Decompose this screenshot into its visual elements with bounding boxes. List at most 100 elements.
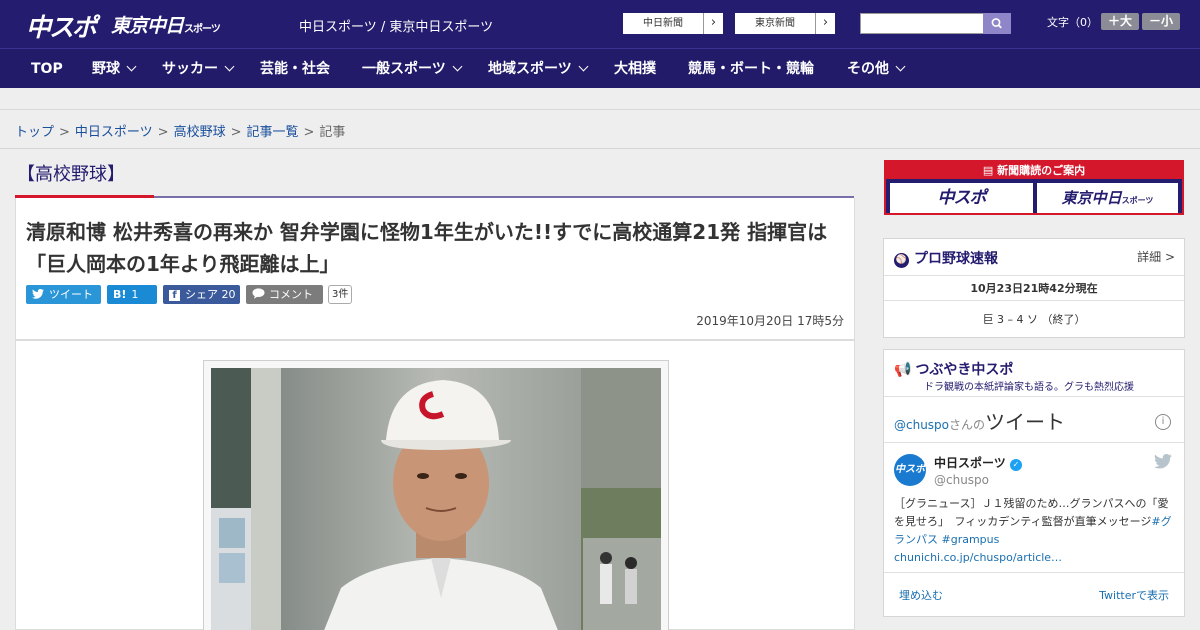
divider — [884, 396, 1184, 397]
divider — [0, 148, 1200, 149]
chunichi-shimbun-button[interactable]: 中日新聞 › — [622, 12, 724, 35]
breadcrumb-top[interactable]: トップ — [15, 125, 54, 140]
tweet-label: ツイート — [49, 288, 93, 301]
nav-item-racing[interactable]: 競馬・ボート・競輪 — [688, 49, 814, 89]
nav-item-local-sports[interactable]: 地域スポーツ — [488, 49, 589, 89]
nav-label: 芸能・社会 — [260, 61, 330, 77]
subscription-title: ▤ 新聞購読のご案内 — [886, 162, 1182, 179]
nav-label: サッカー — [162, 61, 218, 77]
view-on-twitter-link[interactable]: Twitterで表示 — [1099, 587, 1169, 603]
hatena-count: 1 — [131, 288, 139, 301]
timeline-header: @chuspoさんのツイート — [894, 406, 1065, 435]
breadcrumb-current: 記事 — [319, 125, 346, 140]
comment-count-badge: 3件 — [328, 285, 353, 304]
font-smaller-button[interactable]: －小 — [1142, 13, 1180, 30]
twitter-icon — [32, 288, 44, 299]
search-input[interactable] — [860, 13, 984, 34]
article-header: 清原和博 松井秀喜の再来か 智弁学園に怪物1年生がいた!!すでに高校通算21発 … — [15, 198, 855, 340]
verified-badge-icon: ✓ — [1009, 459, 1022, 471]
facebook-share-label: シェア — [185, 288, 218, 301]
tokyo-shimbun-button[interactable]: 東京新聞 › — [734, 12, 836, 35]
twitter-widget-subtitle: ドラ観戦の本紙評論家も語る。グラも熱烈応援 — [924, 382, 1134, 393]
tokyo-chunichi-logo-text: 東京中日 — [111, 15, 184, 37]
baseball-icon: ⚾ — [894, 253, 909, 268]
timeline-tweet-word: ツイート — [985, 410, 1066, 434]
breadcrumb-separator: > — [230, 125, 242, 140]
comment-button[interactable]: コメント — [246, 285, 323, 304]
baseball-score-row[interactable]: 巨 3 – 4 ソ （終了） — [884, 311, 1184, 327]
tweet-text: ［グラニュース］Ｊ１残留のため…グランパスへの「愛を見せろ」 フィッカデンティ監… — [894, 497, 1169, 528]
article-photo-area — [15, 340, 855, 630]
hatena-icon: B! — [113, 288, 127, 301]
breadcrumb-separator: > — [157, 125, 169, 140]
nav-item-entertainment[interactable]: 芸能・社会 — [260, 49, 330, 89]
nav-item-top[interactable]: TOP — [31, 49, 63, 89]
baseball-widget-title: ⚾ プロ野球速報 — [894, 248, 998, 269]
chevron-right-icon: › — [815, 13, 835, 34]
chunichi-shimbun-label: 中日新聞 — [643, 18, 683, 29]
nav-item-general-sports[interactable]: 一般スポーツ — [362, 49, 463, 89]
hatena-bookmark-button[interactable]: B! 1 — [107, 285, 157, 304]
nav-label: その他 — [847, 61, 889, 77]
breadcrumb-chunichi-sports[interactable]: 中日スポーツ — [75, 125, 153, 140]
newspaper-icon: ▤ — [982, 164, 998, 177]
divider — [884, 275, 1184, 276]
account-name[interactable]: 中日スポーツ ✓ — [934, 454, 1022, 471]
embed-link[interactable]: 埋め込む — [899, 587, 943, 603]
chevron-right-icon: › — [703, 13, 723, 34]
player-photo-illustration — [211, 368, 661, 630]
tweet-link[interactable]: chunichi.co.jp/chuspo/article… — [894, 551, 1062, 564]
subscription-banner[interactable]: ▤ 新聞購読のご案内 中スポ 東京中日スポーツ — [884, 160, 1184, 215]
nav-item-soccer[interactable]: サッカー — [162, 49, 235, 89]
main-nav: TOP 野球 サッカー 芸能・社会 一般スポーツ 地域スポーツ 大相撲 競馬・ボ… — [0, 48, 1200, 88]
breadcrumb-separator: > — [59, 125, 70, 140]
tweet-post: ［グラニュース］Ｊ１残留のため…グランパスへの「愛を見せろ」 フィッカデンティ監… — [894, 495, 1176, 567]
nav-label: 地域スポーツ — [488, 61, 572, 77]
account-name-text: 中日スポーツ — [934, 456, 1006, 470]
article-photo[interactable] — [211, 368, 661, 630]
search-icon — [991, 18, 1002, 29]
baseball-detail-link[interactable]: 詳細 > — [1137, 248, 1175, 265]
subscribe-tokyo-chunichi-button[interactable]: 東京中日スポーツ — [1037, 183, 1178, 213]
subscribe-chuspo-button[interactable]: 中スポ — [890, 183, 1033, 213]
site-name-link[interactable]: 中日スポーツ / 東京中日スポーツ — [299, 16, 493, 35]
nav-label: 大相撲 — [614, 61, 656, 77]
breadcrumb-article-list[interactable]: 記事一覧 — [247, 125, 299, 140]
tokyo-chunichi-logo[interactable]: 東京中日スポーツ — [111, 11, 221, 37]
timeline-handle-link[interactable]: @chuspo — [894, 418, 949, 432]
article-headline: 清原和博 松井秀喜の再来か 智弁学園に怪物1年生がいた!!すでに高校通算21発 … — [26, 220, 828, 276]
nav-item-baseball[interactable]: 野球 — [92, 49, 137, 89]
nav-label: 野球 — [92, 61, 120, 77]
sub-nav-bar — [0, 88, 1200, 110]
nav-label: 競馬・ボート・競輪 — [688, 61, 814, 77]
megaphone-icon: 📢 — [894, 362, 912, 378]
baseball-timestamp: 10月23日21時42分現在 — [970, 282, 1098, 295]
breadcrumb-high-school-baseball[interactable]: 高校野球 — [174, 125, 226, 140]
font-bigger-button[interactable]: ＋大 — [1101, 13, 1139, 30]
chuspo-logo[interactable]: 中スポ — [26, 8, 97, 42]
top-header: 中スポ 東京中日スポーツ 中日スポーツ / 東京中日スポーツ 中日新聞 › 東京… — [0, 0, 1200, 48]
account-handle[interactable]: @chuspo — [934, 473, 989, 487]
timeline-handle-suffix: さんの — [949, 418, 986, 432]
nav-item-sumo[interactable]: 大相撲 — [614, 49, 656, 89]
subscribe-tokyo-small: スポーツ — [1121, 196, 1154, 205]
subscription-title-text: 新聞購読のご案内 — [997, 164, 1086, 177]
info-icon[interactable]: i — [1155, 414, 1171, 430]
nav-item-other[interactable]: その他 — [847, 49, 906, 89]
twitter-bird-icon[interactable] — [1154, 454, 1172, 469]
speech-bubble-icon — [252, 288, 265, 299]
search-button[interactable] — [983, 13, 1011, 34]
divider — [884, 442, 1184, 443]
article-date: 2019年10月20日 17時5分 — [696, 314, 844, 328]
tweet-button[interactable]: ツイート — [26, 285, 101, 304]
facebook-share-button[interactable]: f シェア 20 — [163, 285, 240, 304]
category-label: 【高校野球】 — [17, 164, 125, 185]
avatar[interactable]: 中スポ — [894, 454, 926, 486]
facebook-count: 20 — [221, 288, 236, 301]
baseball-title-text: プロ野球速報 — [914, 251, 998, 267]
chevron-down-icon — [126, 61, 137, 72]
chevron-down-icon — [895, 61, 906, 72]
font-size-label: 文字（0） — [1047, 16, 1098, 29]
photo-frame — [203, 360, 669, 630]
twitter-widget-title: 📢 つぶやき中スポ — [894, 359, 1013, 379]
